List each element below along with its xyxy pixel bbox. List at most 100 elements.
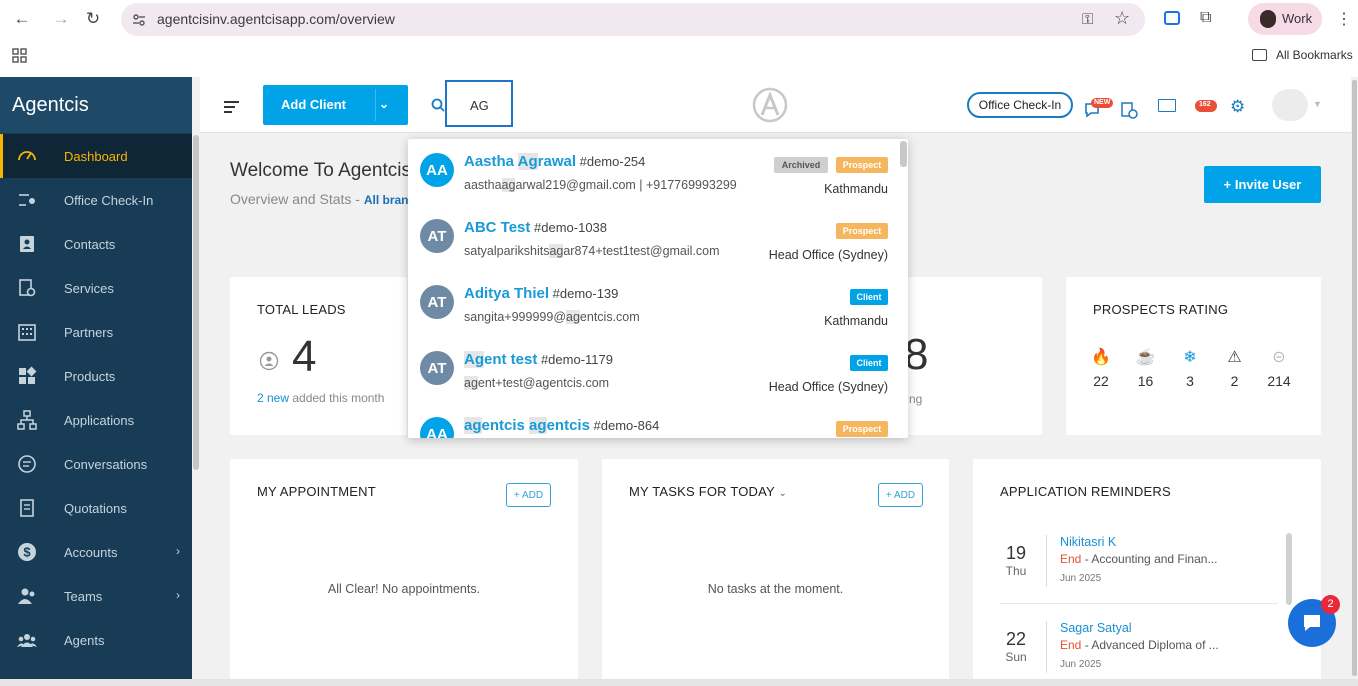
result-name[interactable]: Agent test #demo-1179: [464, 351, 613, 368]
search-result-item[interactable]: AT Agent test #demo-1179 agent+test@agentc…: [408, 338, 898, 404]
sidebar-item-office-check-in[interactable]: Office Check-In: [0, 178, 192, 222]
email-highlight: ag: [464, 376, 478, 390]
menu-dots-icon[interactable]: ⋮: [1336, 9, 1352, 29]
sidebar-item-contacts[interactable]: Contacts: [0, 222, 192, 266]
chevron-down-icon[interactable]: ⌄: [379, 97, 389, 111]
result-email: agent+test@agentcis.com: [464, 376, 609, 390]
sidebar-item-teams[interactable]: Teams ›: [0, 574, 192, 618]
applications-icon: [16, 409, 38, 431]
office-checkin-button[interactable]: Office Check-In: [967, 92, 1073, 118]
reminder-course: End - Advanced Diploma of ...: [1060, 638, 1219, 652]
tasks-icon[interactable]: [1120, 101, 1138, 119]
reminder-name[interactable]: Sagar Satyal: [1060, 621, 1132, 635]
reminder-item[interactable]: 19 Thu Nikitasri K End - Accounting and Fin…: [1000, 531, 1278, 611]
invite-user-button[interactable]: + Invite User: [1204, 166, 1321, 203]
result-name[interactable]: Aditya Thiel #demo-139: [464, 285, 618, 302]
result-name[interactable]: ABC Test #demo-1038: [464, 219, 607, 236]
total-leads-title: TOTAL LEADS: [257, 302, 346, 317]
apps-grid-icon[interactable]: [12, 48, 27, 63]
rating-item[interactable]: ⚠ 2: [1213, 347, 1257, 389]
warning-icon: ⚠: [1227, 349, 1242, 366]
gauge-icon: [16, 145, 38, 167]
prospects-rating-card: PROSPECTS RATING 🔥 22 ☕ 16 ❄ 3 ⚠ 2 ⊝ 214: [1066, 277, 1321, 435]
leads-new-count[interactable]: 2 new: [257, 391, 289, 405]
sidebar-item-agents[interactable]: Agents: [0, 618, 192, 662]
chevron-right-icon[interactable]: ›: [176, 544, 180, 558]
add-client-divider: [375, 89, 376, 121]
folder-icon: [1252, 49, 1267, 61]
chevron-right-icon[interactable]: ›: [176, 588, 180, 602]
rating-value: 214: [1267, 373, 1291, 389]
search-result-item[interactable]: AT Aditya Thiel #demo-139 sangita+999999@a…: [408, 272, 898, 338]
add-task-button[interactable]: + ADD: [878, 483, 923, 507]
document-icon: [16, 497, 38, 519]
sidebar-item-partners[interactable]: Partners: [0, 310, 192, 354]
reminder-item[interactable]: 22 Sun Sagar Satyal End - Advanced Diploma …: [1000, 617, 1278, 686]
add-appointment-button[interactable]: + ADD: [506, 483, 551, 507]
result-id: #demo-139: [549, 286, 619, 301]
sidebar-item-products[interactable]: Products: [0, 354, 192, 398]
cast-icon[interactable]: [1164, 11, 1180, 25]
search-input[interactable]: AG: [445, 80, 513, 127]
notification-icon[interactable]: 162: [1195, 100, 1217, 112]
sidebar-item-dashboard[interactable]: Dashboard: [0, 134, 192, 178]
all-branches-link[interactable]: All bran: [364, 193, 409, 207]
sidebar-item-label: Agents: [64, 632, 105, 648]
rating-item[interactable]: ❄ 3: [1168, 347, 1212, 389]
result-email: sangita+999999@agentcis.com: [464, 310, 640, 324]
rating-value: 16: [1137, 373, 1154, 389]
page-scrollbar[interactable]: [1352, 80, 1357, 676]
search-result-item[interactable]: AA agentcis agentcis #demo-864 Prospect: [408, 404, 898, 438]
settings-gear-icon[interactable]: ⚙: [1230, 97, 1245, 117]
sidebar-item-label: Products: [64, 368, 116, 384]
sidebar-item-applications[interactable]: Applications: [0, 398, 192, 442]
bookmark-star-icon[interactable]: ☆: [1114, 8, 1130, 29]
reload-icon[interactable]: ↻: [82, 8, 104, 30]
reminders-title: APPLICATION REMINDERS: [1000, 484, 1171, 499]
dropdown-scrollbar[interactable]: [900, 141, 907, 167]
horizontal-scrollbar[interactable]: [0, 679, 1358, 686]
tasks-chevron-icon[interactable]: ⌄: [779, 488, 788, 499]
sidebar-item-services[interactable]: Services: [0, 266, 192, 310]
search-result-item[interactable]: AT ABC Test #demo-1038 satyalparikshitsaga…: [408, 206, 898, 272]
sidebar-item-accounts[interactable]: $ Accounts ›: [0, 530, 192, 574]
password-key-icon[interactable]: ⚿: [1082, 11, 1093, 28]
prospects-rating-title: PROSPECTS RATING: [1093, 302, 1229, 317]
reminders-scrollbar[interactable]: [1286, 533, 1292, 605]
profile-chip[interactable]: Work: [1248, 3, 1322, 35]
result-name[interactable]: agentcis agentcis #demo-864: [464, 417, 659, 434]
team-icon: [16, 585, 38, 607]
back-icon[interactable]: ←: [11, 8, 33, 30]
sidebar-item-conversations[interactable]: Conversations: [0, 442, 192, 486]
sidebar-item-quotations[interactable]: Quotations: [0, 486, 192, 530]
rating-item[interactable]: 🔥 22: [1079, 347, 1123, 389]
all-bookmarks[interactable]: All Bookmarks: [1276, 48, 1353, 62]
forward-icon[interactable]: →: [50, 8, 72, 30]
profile-label: Work: [1282, 11, 1313, 26]
reminder-name[interactable]: Nikitasri K: [1060, 535, 1116, 549]
user-avatar[interactable]: [1272, 89, 1308, 121]
avatar-chevron-icon[interactable]: ▼: [1313, 99, 1322, 109]
sidebar-scrollbar[interactable]: [193, 135, 199, 470]
result-id: #demo-1038: [530, 220, 608, 235]
sidebar-item-label: Services: [64, 280, 114, 296]
rating-value: 2: [1230, 373, 1239, 389]
site-info-icon[interactable]: [131, 12, 147, 28]
reminder-date: Jun 2025: [1060, 659, 1102, 670]
add-client-label: Add Client: [281, 97, 346, 112]
hamburger-menu-icon[interactable]: [224, 100, 239, 113]
add-client-button[interactable]: Add Client ⌄: [263, 85, 408, 125]
mail-icon[interactable]: [1158, 99, 1176, 112]
extensions-icon[interactable]: ⧉: [1200, 9, 1211, 27]
result-name-highlight: Ag: [517, 153, 538, 170]
leads-new-text: 2 new added this month: [257, 391, 384, 405]
result-name[interactable]: Aastha Agrawal #demo-254: [464, 153, 645, 170]
sidebar-item-label: Dashboard: [64, 148, 128, 164]
search-results-dropdown: AA Aastha Agrawal #demo-254 aasthaagarwal2…: [408, 139, 908, 438]
rating-item[interactable]: ☕ 16: [1124, 347, 1168, 389]
dollar-icon: $: [16, 541, 38, 563]
result-name-highlight: Ag: [464, 351, 484, 368]
search-result-item[interactable]: AA Aastha Agrawal #demo-254 aasthaagarwal2…: [408, 140, 898, 206]
leads-new-suffix: added this month: [289, 391, 385, 405]
rating-item[interactable]: ⊝ 214: [1257, 347, 1301, 389]
